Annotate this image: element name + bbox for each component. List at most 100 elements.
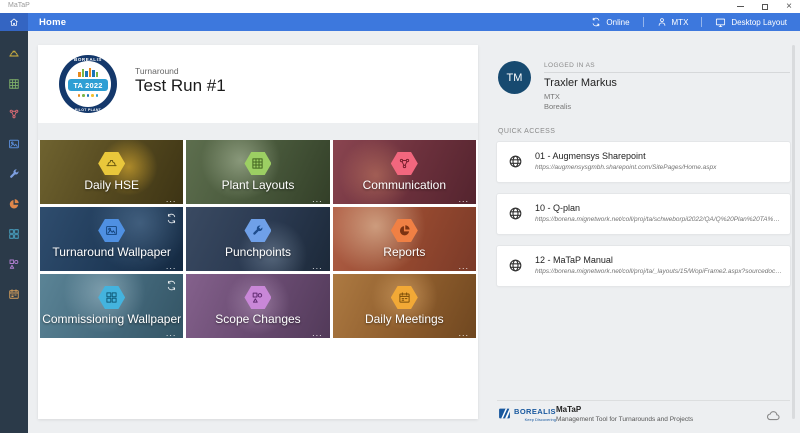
sidebar-item-commissioning-wallpaper[interactable] [0,219,28,249]
top-nav-bar: Home Online MTX Desktop Layout [0,13,800,31]
sidebar-item-plant-layouts[interactable] [0,69,28,99]
sidebar-item-reports[interactable] [0,189,28,219]
tile-label: Commissioning Wallpaper [42,312,181,326]
main-area: BOREALIS TA 2022 PILOT PLANT Turnaround … [28,31,800,433]
desktop-layout-button[interactable]: Desktop Layout [702,13,800,31]
sidebar-item-communication[interactable] [0,99,28,129]
window-controls: × [737,0,792,13]
maximize-icon[interactable] [762,4,768,10]
online-status-button[interactable]: Online [578,13,642,31]
logo-skyline [59,67,117,77]
tile-daily-hse[interactable]: Daily HSE ... [40,140,183,204]
close-icon[interactable]: × [786,2,792,12]
brand-tagline: Keep Discovering [525,417,556,422]
logged-in-label: LOGGED IN AS [544,62,595,69]
tile-plant-layouts[interactable]: Plant Layouts ... [186,140,329,204]
globe-icon [508,154,523,174]
sidebar-item-daily-meetings[interactable] [0,279,28,309]
avatar: TM [498,61,531,94]
layout-label: Desktop Layout [731,18,787,27]
user-company: Borealis [544,102,571,111]
globe-icon [508,258,523,278]
footer-divider [497,400,790,401]
tile-more-button[interactable]: ... [458,194,469,204]
tile-more-button[interactable]: ... [312,194,323,204]
monitor-icon [715,17,726,28]
app-info: MaTaP Management Tool for Turnarounds an… [556,405,693,423]
project-name: Test Run #1 [135,76,226,96]
sidebar-item-turnaround-wallpaper[interactable] [0,129,28,159]
layout-grid-icon [8,228,20,240]
link-url: https://borena.mignetwork.net/coll/proj/… [535,216,782,223]
user-role: MTX [544,92,560,101]
link-title: 01 - Augmensys Sharepoint [535,151,646,161]
tile-reports[interactable]: Reports ... [333,207,476,271]
tile-more-button[interactable]: ... [458,328,469,338]
quick-access-link[interactable]: 01 - Augmensys Sharepoint https://augmen… [497,142,790,182]
tile-label: Turnaround Wallpaper [52,245,171,259]
sync-icon [591,17,601,27]
tile-label: Reports [383,245,425,259]
sidebar-item-scope-changes[interactable] [0,249,28,279]
tile-communication[interactable]: Communication ... [333,140,476,204]
sync-icon [166,278,177,296]
wallpaper-icon [98,219,125,242]
tile-more-button[interactable]: ... [312,328,323,338]
link-url: https://augmensysgmbh.sharepoint.com/Sit… [535,164,782,171]
network-icon [8,108,20,120]
brand-name: BOREALIS [514,407,556,416]
hse-helmet-icon [98,152,125,175]
logo-dots [59,94,117,97]
quick-access-link[interactable]: 12 - MaTaP Manual https://borena.mignetw… [497,246,790,286]
tile-scope-changes[interactable]: Scope Changes ... [186,274,329,338]
ta2022-logo: BOREALIS TA 2022 PILOT PLANT [59,55,117,113]
home-button[interactable] [0,13,28,31]
user-menu-button[interactable]: MTX [644,13,702,31]
sidebar-item-punchpoints[interactable] [0,159,28,189]
tile-label: Plant Layouts [222,178,295,192]
tile-more-button[interactable]: ... [166,261,177,271]
tile-turnaround-wallpaper[interactable]: Turnaround Wallpaper ... [40,207,183,271]
tile-more-button[interactable]: ... [312,261,323,271]
scrollbar[interactable] [792,45,795,419]
project-type-label: Turnaround [135,66,179,76]
minimize-icon[interactable] [737,6,744,7]
online-label: Online [606,18,629,27]
cloud-sync-icon[interactable] [766,408,781,428]
calendar-icon [8,288,20,300]
wrench-icon [244,219,271,242]
sync-icon [166,211,177,229]
quick-access-label: QUICK ACCESS [498,128,555,135]
panel-divider [38,123,478,140]
grid-icon [8,78,20,90]
nav-actions: Online MTX Desktop Layout [578,13,800,31]
shapes-icon [8,258,20,270]
quick-access-link[interactable]: 10 - Q-plan https://borena.mignetwork.ne… [497,194,790,234]
titlebar: MaTaP × [0,0,800,13]
tile-commissioning-wallpaper[interactable]: Commissioning Wallpaper ... [40,274,183,338]
grid-icon [244,152,271,175]
globe-icon [508,206,523,226]
app-name: MaTaP [556,405,693,414]
logo-ta2022-text: TA 2022 [68,79,108,91]
layout-grid-icon [98,286,125,309]
person-icon [657,17,667,27]
pie-chart-icon [8,198,20,210]
tile-more-button[interactable]: ... [458,261,469,271]
sidebar [0,31,28,433]
borealis-flag-icon [498,407,511,420]
sidebar-item-daily-hse[interactable] [0,39,28,69]
tile-more-button[interactable]: ... [166,328,177,338]
tile-label: Punchpoints [225,245,291,259]
logo-bottom-text: PILOT PLANT [59,108,117,112]
footer: BOREALIS Keep Discovering MaTaP Manageme… [498,405,790,425]
tile-daily-meetings[interactable]: Daily Meetings ... [333,274,476,338]
wrench-icon [8,168,20,180]
user-label: MTX [672,18,689,27]
tile-label: Daily HSE [84,178,139,192]
window-title: MaTaP [8,2,30,9]
link-title: 12 - MaTaP Manual [535,255,613,265]
tile-more-button[interactable]: ... [166,194,177,204]
tile-label: Communication [363,178,446,192]
tile-punchpoints[interactable]: Punchpoints ... [186,207,329,271]
